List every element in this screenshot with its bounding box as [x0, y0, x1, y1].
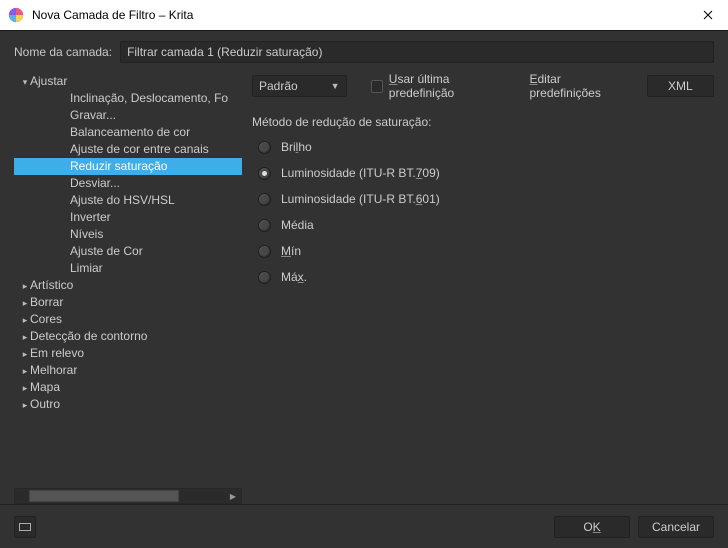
caret-closed-icon [20, 328, 30, 345]
tree-item[interactable]: Melhorar [14, 362, 242, 379]
close-icon [703, 10, 713, 20]
tree-item-label: Níveis [70, 227, 103, 241]
tree-item-label: Artístico [30, 278, 73, 292]
layer-name-label: Nome da camada: [14, 45, 112, 59]
radio-label: Média [281, 218, 314, 232]
filter-settings-panel: Padrão ▼ Usar última predefinição Editar… [252, 73, 714, 504]
use-last-preset-checkbox[interactable]: Usar última predefinição [371, 72, 510, 100]
radio-label: Luminosidade (ITU-R BT.601) [281, 192, 440, 206]
tree-item-label: Balanceamento de cor [70, 125, 190, 139]
tree-item[interactable]: Reduzir saturação [14, 158, 242, 175]
tree-item[interactable]: Borrar [14, 294, 242, 311]
window-title: Nova Camada de Filtro – Krita [32, 8, 688, 22]
radio-dot [258, 193, 271, 206]
tree-horizontal-scrollbar[interactable]: ▶ [14, 488, 242, 504]
radio-label: Luminosidade (ITU-R BT.709) [281, 166, 440, 180]
caret-closed-icon [20, 277, 30, 294]
tree-item-label: Desviar... [70, 176, 120, 190]
tree-item-label: Inclinação, Deslocamento, Fo [70, 91, 228, 105]
preview-toggle-button[interactable] [14, 516, 36, 538]
tree-item[interactable]: Ajustar [14, 73, 242, 90]
checkbox-box [371, 80, 383, 93]
tree-item-label: Ajuste de cor entre canais [70, 142, 209, 156]
use-last-preset-label: Usar última predefinição [389, 72, 510, 100]
tree-item-label: Ajuste do HSV/HSL [70, 193, 175, 207]
tree-item[interactable]: Gravar... [14, 107, 242, 124]
filter-tree[interactable]: AjustarInclinação, Deslocamento, Fo Grava… [14, 73, 242, 488]
caret-open-icon [20, 73, 30, 90]
method-radio[interactable]: Mín [258, 243, 714, 259]
radio-label: Brilho [281, 140, 312, 154]
method-heading: Método de redução de saturação: [252, 115, 714, 129]
tree-item[interactable]: Ajuste de cor entre canais [14, 141, 242, 158]
tree-item[interactable]: Ajuste do HSV/HSL [14, 192, 242, 209]
scroll-right-arrow[interactable]: ▶ [225, 489, 241, 503]
tree-item[interactable]: Limiar [14, 260, 242, 277]
tree-item-label: Ajustar [30, 74, 67, 88]
tree-item[interactable]: Outro [14, 396, 242, 413]
ok-button[interactable]: OK [554, 516, 630, 538]
preset-combo[interactable]: Padrão ▼ [252, 75, 347, 97]
tree-item[interactable]: Em relevo [14, 345, 242, 362]
caret-closed-icon [20, 379, 30, 396]
tree-item-label: Melhorar [30, 363, 77, 377]
tree-item-label: Reduzir saturação [70, 159, 167, 173]
method-radio[interactable]: Máx. [258, 269, 714, 285]
tree-item-label: Inverter [70, 210, 111, 224]
tree-item[interactable]: Balanceamento de cor [14, 124, 242, 141]
tree-item-label: Outro [30, 397, 60, 411]
radio-dot [258, 141, 271, 154]
cancel-button[interactable]: Cancelar [638, 516, 714, 538]
tree-item[interactable]: Detecção de contorno [14, 328, 242, 345]
layer-name-row: Nome da camada: [0, 31, 728, 69]
tree-item-label: Mapa [30, 380, 60, 394]
radio-dot [258, 271, 271, 284]
radio-dot [258, 167, 271, 180]
radio-dot [258, 245, 271, 258]
caret-closed-icon [20, 294, 30, 311]
tree-item-label: Limiar [70, 261, 103, 275]
method-radio[interactable]: Média [258, 217, 714, 233]
radio-label: Mín [281, 244, 301, 258]
chevron-down-icon: ▼ [331, 81, 340, 91]
caret-closed-icon [20, 396, 30, 413]
method-radio-group: Brilho Luminosidade (ITU-R BT.709) Luminos… [258, 139, 714, 285]
tree-item[interactable]: Inclinação, Deslocamento, Fo [14, 90, 242, 107]
app-icon [8, 7, 24, 23]
caret-closed-icon [20, 362, 30, 379]
tree-item[interactable]: Níveis [14, 226, 242, 243]
preset-combo-value: Padrão [259, 79, 298, 93]
filter-tree-panel: AjustarInclinação, Deslocamento, Fo Grava… [14, 73, 242, 504]
tree-item[interactable]: Mapa [14, 379, 242, 396]
titlebar: Nova Camada de Filtro – Krita [0, 0, 728, 30]
preset-toolbar: Padrão ▼ Usar última predefinição Editar… [252, 73, 714, 99]
tree-item[interactable]: Artístico [14, 277, 242, 294]
method-radio[interactable]: Brilho [258, 139, 714, 155]
tree-item-label: Gravar... [70, 108, 116, 122]
tree-item[interactable]: Inverter [14, 209, 242, 226]
caret-closed-icon [20, 311, 30, 328]
tree-item[interactable]: Cores [14, 311, 242, 328]
edit-presets-link[interactable]: Editar predefinições [529, 72, 628, 100]
scrollbar-thumb[interactable] [29, 490, 179, 502]
xml-button[interactable]: XML [647, 75, 714, 97]
method-radio[interactable]: Luminosidade (ITU-R BT.601) [258, 191, 714, 207]
close-button[interactable] [688, 0, 728, 30]
dialog-button-bar: OK Cancelar [0, 504, 728, 548]
preview-icon [19, 523, 31, 531]
tree-item[interactable]: Desviar... [14, 175, 242, 192]
tree-item-label: Ajuste de Cor [70, 244, 143, 258]
layer-name-input[interactable] [120, 41, 714, 63]
caret-closed-icon [20, 345, 30, 362]
tree-item-label: Em relevo [30, 346, 84, 360]
tree-item-label: Detecção de contorno [30, 329, 147, 343]
tree-item[interactable]: Ajuste de Cor [14, 243, 242, 260]
tree-item-label: Cores [30, 312, 62, 326]
method-radio[interactable]: Luminosidade (ITU-R BT.709) [258, 165, 714, 181]
radio-dot [258, 219, 271, 232]
radio-label: Máx. [281, 270, 307, 284]
tree-item-label: Borrar [30, 295, 63, 309]
